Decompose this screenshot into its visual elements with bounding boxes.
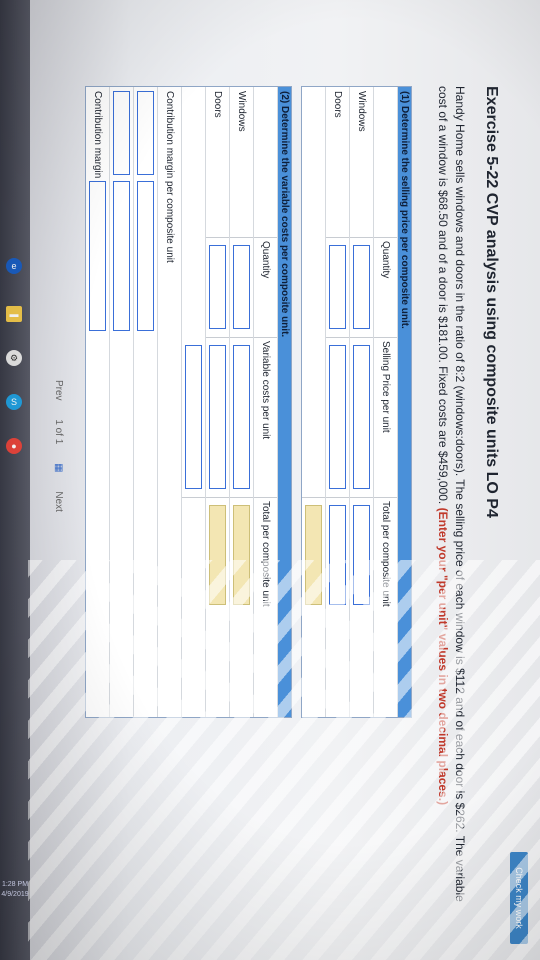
part1-doors-price-input[interactable] [329,345,346,489]
part2-col-total: Total per composite unit [260,501,271,607]
table-row [134,87,158,717]
cm-varcost-value-input[interactable] [113,181,130,331]
part1-windows-total-input[interactable] [353,505,370,605]
chrome-icon[interactable]: ● [6,438,22,454]
part2-row-windows: Windows [236,91,247,132]
page-indicator: 1 of 1 [53,419,64,445]
part1-blank-header [374,87,397,237]
cm-selling-input[interactable] [137,91,154,175]
part1-total-input[interactable] [305,505,322,605]
table-row: Windows [230,87,254,717]
table-row: Contribution margin [86,87,110,717]
part1-doors-total-input[interactable] [329,505,346,605]
cm-selling-value-input[interactable] [137,181,154,331]
part2-varcost-total-input[interactable] [185,345,202,489]
table-row: Windows [350,87,374,717]
table-row [110,87,134,717]
part1-col-price: Selling Price per unit [380,341,391,433]
next-button[interactable]: Next [53,491,64,512]
pagination: Prev 1 of 1 ▦ Next [53,380,64,528]
part1-doors-quantity-input[interactable] [329,245,346,329]
part1-row-doors: Doors [332,91,343,118]
contribution-margin-label: Contribution margin [92,91,103,179]
part1-windows-price-input[interactable] [353,345,370,489]
prev-button[interactable]: Prev [53,380,64,401]
part1-col-quantity: Quantity [380,241,391,279]
part2-doors-total-input[interactable] [209,505,226,605]
table-row [182,87,206,717]
part2-doors-quantity-input[interactable] [209,245,226,329]
part2-windows-total-input[interactable] [233,505,250,605]
cm-varcost-input[interactable] [113,91,130,175]
part2-col-quantity: Quantity [260,241,271,279]
part1-row-windows: Windows [356,91,367,132]
table-row [302,87,326,717]
exercise-page: Check my work Exercise 5-22 CVP analysis… [28,0,540,960]
edge-icon[interactable]: e [6,258,22,274]
folder-icon[interactable]: ▬ [6,306,22,322]
part2-row-doors: Doors [212,91,223,118]
contribution-margin-input[interactable] [89,181,106,331]
table-row: Doors [326,87,350,717]
part1-col-total: Total per composite unit [380,501,391,607]
grid-icon[interactable]: ▦ [53,463,64,472]
table-row: Doors [206,87,230,717]
part2-cm-label-row: Contribution margin per composite unit [158,87,182,717]
check-my-work-button[interactable]: Check my work [510,852,528,944]
part2-windows-quantity-input[interactable] [233,245,250,329]
clock[interactable]: 1:28 PM 4/9/2019 [0,880,30,900]
part2-doors-varcost-input[interactable] [209,345,226,489]
cm-per-composite-label: Contribution margin per composite unit [164,91,175,263]
part2-blank-header [254,87,277,237]
page-title: Exercise 5-22 CVP analysis using composi… [483,86,500,518]
part2-header-row: Quantity Variable costs per unit Total p… [254,87,278,717]
settings-icon[interactable]: ⚙ [6,350,22,366]
part1-heading: (1) Determine the selling price per comp… [398,87,411,717]
problem-statement: Handy Home sells windows and doors in th… [434,86,468,926]
part2-heading: (2) Determine the variable costs per com… [278,87,291,717]
clock-date: 4/9/2019 [1,891,29,898]
rotated-page: Check my work Exercise 5-22 CVP analysis… [28,0,540,960]
part2-col-varcost: Variable costs per unit [260,341,271,440]
part2-panel: (2) Determine the variable costs per com… [85,86,292,718]
part2-windows-varcost-input[interactable] [233,345,250,489]
part1-windows-quantity-input[interactable] [353,245,370,329]
taskbar: e ▬ ⚙ S ● 1:28 PM 4/9/2019 [0,0,30,960]
skype-icon[interactable]: S [6,394,22,410]
part1-panel: (1) Determine the selling price per comp… [301,86,412,718]
part1-header-row: Quantity Selling Price per unit Total pe… [374,87,398,717]
problem-instruction: (Enter your "per unit" values in two dec… [436,507,450,806]
clock-time: 1:28 PM [1,881,29,888]
